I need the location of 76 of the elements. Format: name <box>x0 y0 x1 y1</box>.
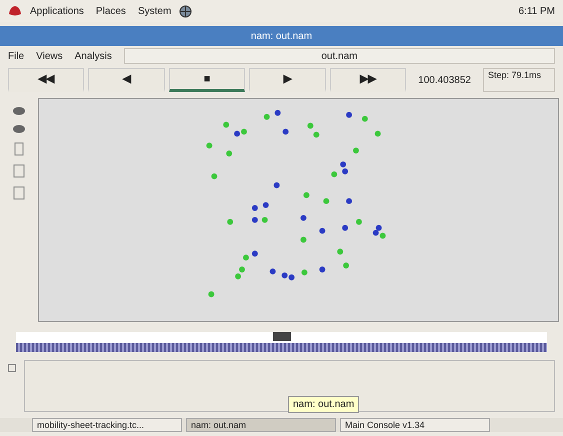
taskbar-button[interactable]: nam: out.nam <box>186 418 336 432</box>
timeline-slider[interactable] <box>16 332 547 352</box>
network-node[interactable] <box>208 291 214 298</box>
network-node[interactable] <box>264 114 270 120</box>
network-node[interactable] <box>376 224 382 231</box>
tool-icon[interactable] <box>13 186 25 200</box>
network-node[interactable] <box>282 128 289 135</box>
hat-icon[interactable] <box>8 5 22 17</box>
network-node[interactable] <box>270 268 276 274</box>
menu-item[interactable]: Analysis <box>74 48 112 64</box>
network-node[interactable] <box>353 148 359 154</box>
network-node[interactable] <box>243 254 249 261</box>
menu-item[interactable]: Views <box>36 48 63 64</box>
network-node[interactable] <box>374 130 381 137</box>
slider-thumb[interactable] <box>272 332 290 341</box>
panel-menu[interactable]: System <box>138 4 172 18</box>
zoom-in-icon[interactable] <box>12 106 26 116</box>
network-node[interactable] <box>372 230 379 236</box>
network-node[interactable] <box>340 161 346 168</box>
network-node[interactable] <box>227 218 234 225</box>
time-display: 100.403852 <box>417 74 472 88</box>
network-node[interactable] <box>288 274 295 280</box>
stop-button[interactable]: ■ <box>168 68 246 92</box>
network-node[interactable] <box>252 205 258 211</box>
network-node[interactable] <box>362 116 368 122</box>
play-button[interactable]: ▶ <box>249 68 326 92</box>
network-node[interactable] <box>235 273 242 280</box>
taskbar-button[interactable]: Main Console v1.34 <box>340 418 490 432</box>
network-node[interactable] <box>380 232 386 239</box>
network-node[interactable] <box>319 266 326 272</box>
network-node[interactable] <box>241 128 247 135</box>
rewind-button[interactable]: ◀◀ <box>8 68 84 92</box>
network-node[interactable] <box>211 173 218 180</box>
network-node[interactable] <box>342 224 348 231</box>
network-node[interactable] <box>234 130 240 137</box>
taskbar-button[interactable]: mobility-sheet-tracking.tc... <box>32 418 182 432</box>
panel-menu[interactable]: Places <box>96 4 126 18</box>
network-node[interactable] <box>313 132 320 138</box>
checkbox[interactable] <box>8 364 16 372</box>
network-node[interactable] <box>226 150 232 156</box>
window-title: nam: out.nam <box>250 30 312 44</box>
network-node[interactable] <box>300 214 306 221</box>
network-node[interactable] <box>343 262 350 268</box>
network-node[interactable] <box>252 250 258 257</box>
network-node[interactable] <box>239 266 245 272</box>
network-node[interactable] <box>301 269 308 276</box>
network-node[interactable] <box>307 122 314 129</box>
file-label: out.nam <box>321 50 358 64</box>
network-node[interactable] <box>346 198 352 204</box>
menu-item[interactable]: File <box>8 48 24 64</box>
clock: 6:11 PM <box>518 4 555 18</box>
globe-icon[interactable] <box>179 4 192 18</box>
back-button[interactable]: ◀ <box>88 68 165 92</box>
network-node[interactable] <box>303 192 310 198</box>
fast-forward-button[interactable]: ▶▶ <box>330 68 406 92</box>
network-node[interactable] <box>323 198 330 204</box>
network-node[interactable] <box>331 171 338 178</box>
network-node[interactable] <box>356 218 362 225</box>
network-node[interactable] <box>206 142 212 149</box>
network-node[interactable] <box>252 216 258 223</box>
network-node[interactable] <box>274 110 281 116</box>
network-node[interactable] <box>274 182 280 188</box>
network-node[interactable] <box>319 228 326 234</box>
network-node[interactable] <box>342 168 348 174</box>
network-node[interactable] <box>300 236 306 243</box>
panel-menu[interactable]: Applications <box>30 4 84 18</box>
tool-icon[interactable] <box>13 164 25 178</box>
network-node[interactable] <box>282 272 288 278</box>
network-node[interactable] <box>337 248 344 255</box>
tool-icon[interactable] <box>14 142 24 156</box>
network-node[interactable] <box>262 202 269 208</box>
network-node[interactable] <box>223 122 230 128</box>
tooltip: nam: out.nam <box>288 396 360 413</box>
network-node[interactable] <box>262 216 268 223</box>
zoom-out-icon[interactable] <box>12 124 26 134</box>
network-node[interactable] <box>346 112 352 118</box>
